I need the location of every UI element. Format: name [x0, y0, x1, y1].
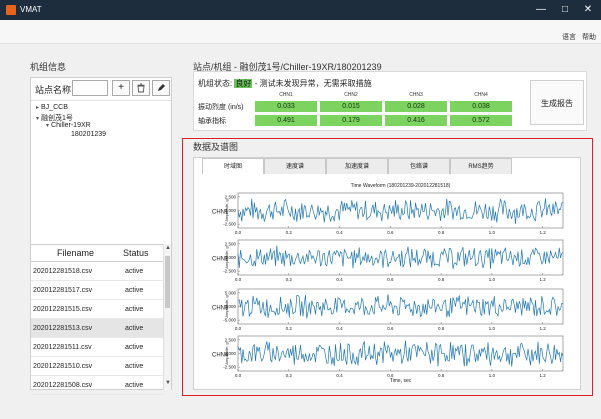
table-row[interactable]: 202012281517.csv active — [31, 281, 163, 300]
table-row-selected[interactable]: 202012281513.csv active — [31, 319, 163, 338]
table-row[interactable]: 202012281518.csv active — [31, 262, 163, 281]
file-table: Filename Status 202012281518.csv active 2… — [31, 244, 163, 395]
tree-node-label: 融创茂1号 — [41, 115, 73, 122]
status-cell: active — [125, 287, 144, 294]
filename-cell: 202012281517.csv — [33, 287, 93, 294]
tree-node-label: Chiller-19XR — [51, 122, 91, 129]
scrollbar-thumb[interactable] — [165, 256, 170, 308]
bearing-value: 0.179 — [320, 115, 382, 126]
edit-station-button[interactable] — [152, 80, 170, 96]
tab-time-domain[interactable]: 时域图 — [202, 158, 264, 174]
status-cell: active — [125, 363, 144, 370]
delete-station-button[interactable] — [132, 80, 150, 96]
tree-node-bj-ccb[interactable]: ▸ BJ_CCB — [36, 104, 68, 111]
tab-velocity-spectrum[interactable]: 速度谱 — [264, 158, 326, 174]
status-column-header[interactable]: Status — [123, 248, 149, 258]
tree-node-label: 180201239 — [71, 131, 107, 138]
filename-cell: 202012281510.csv — [33, 363, 93, 370]
station-name-label: 站点名称 — [35, 85, 72, 95]
add-station-button[interactable]: + — [112, 80, 130, 96]
tree-node-unit[interactable]: 180201239 — [71, 131, 106, 138]
tab-acceleration-spectrum[interactable]: 加速度谱 — [326, 158, 388, 174]
station-name-input[interactable] — [72, 80, 108, 96]
vibration-label: 振动烈度 (in/s) — [198, 104, 244, 111]
trash-icon — [137, 83, 145, 93]
channel-header: CHN3 — [409, 92, 423, 98]
filename-column-header[interactable]: Filename — [57, 248, 94, 258]
file-table-scrollbar[interactable]: ▲ ▼ — [163, 244, 171, 390]
bearing-label: 轴承指标 — [198, 118, 226, 125]
station-tree: ▸ BJ_CCB ▾ 融创茂1号 ▾ Chiller-19XR 180201239 — [31, 100, 171, 240]
status-cell: active — [125, 268, 144, 275]
unit-status-panel: 机组状态: 良好 - 测试未发现异常，无需采取措施 CHN1 CHN2 CHN3… — [193, 71, 587, 131]
channel-header: CHN1 — [279, 92, 293, 98]
channel-header: CHN2 — [344, 92, 358, 98]
filename-cell: 202012281515.csv — [33, 306, 93, 313]
status-cell: active — [125, 325, 144, 332]
channel-header: CHN4 — [474, 92, 488, 98]
filename-cell: 202012281518.csv — [33, 268, 93, 275]
menu-language[interactable]: 语言 — [562, 32, 576, 42]
close-button[interactable]: ✕ — [581, 3, 595, 17]
status-cell: active — [125, 382, 144, 389]
table-row[interactable]: 202012281511.csv active — [31, 338, 163, 357]
unit-info-panel: 站点名称 + ▸ BJ_CCB ▾ 融创茂1号 ▾ Chiller-19XR 1802… — [30, 77, 172, 395]
tree-node-chiller[interactable]: ▾ Chiller-19XR — [46, 122, 91, 129]
unit-info-title: 机组信息 — [30, 62, 67, 72]
file-table-header: Filename Status — [31, 245, 163, 262]
chart-panel — [193, 157, 581, 390]
app-logo-icon — [6, 5, 16, 15]
plus-icon: + — [118, 82, 124, 93]
vibration-value: 0.038 — [450, 101, 512, 112]
menu-help[interactable]: 帮助 — [582, 32, 596, 42]
status-cell: active — [125, 344, 144, 351]
tab-rms-trend[interactable]: RMS趋势 — [450, 158, 512, 174]
status-badge: 良好 — [234, 79, 253, 88]
spectrum-tabs: 时域图 速度谱 加速度谱 包络谱 RMS趋势 — [194, 158, 580, 174]
collapse-caret-icon[interactable]: ▾ — [46, 123, 49, 129]
bearing-value: 0.416 — [385, 115, 447, 126]
title-bar: VMAT — □ ✕ — [0, 0, 601, 20]
expand-caret-icon[interactable]: ▸ — [36, 105, 39, 111]
menu-bar: 语言 帮助 — [0, 20, 601, 44]
status-description: - 测试未发现异常，无需采取措施 — [254, 79, 372, 88]
bearing-value: 0.491 — [255, 115, 317, 126]
tree-node-label: BJ_CCB — [41, 104, 68, 111]
window-title: VMAT — [20, 5, 42, 14]
data-spectrum-title: 数据及谱图 — [193, 142, 239, 152]
vibration-value: 0.015 — [320, 101, 382, 112]
table-row[interactable]: 202012281515.csv active — [31, 300, 163, 319]
bearing-value: 0.572 — [450, 115, 512, 126]
unit-status-line: 机组状态: 良好 - 测试未发现异常，无需采取措施 — [198, 78, 372, 89]
status-cell: active — [125, 306, 144, 313]
tab-envelope-spectrum[interactable]: 包络谱 — [388, 158, 450, 174]
collapse-caret-icon[interactable]: ▾ — [36, 116, 39, 122]
pencil-icon — [158, 84, 165, 91]
generate-report-button[interactable]: 生成报告 — [530, 80, 584, 125]
scroll-down-icon[interactable]: ▼ — [164, 380, 172, 386]
filename-cell: 202012281513.csv — [33, 325, 93, 332]
filename-cell: 202012281508.csv — [33, 382, 93, 389]
filename-cell: 202012281511.csv — [33, 344, 92, 351]
table-row[interactable]: 202012281508.csv active — [31, 376, 163, 395]
table-row[interactable]: 202012281510.csv active — [31, 357, 163, 376]
scroll-up-icon[interactable]: ▲ — [164, 245, 172, 251]
maximize-button[interactable]: □ — [558, 3, 572, 17]
vibration-value: 0.028 — [385, 101, 447, 112]
vibration-value: 0.033 — [255, 101, 317, 112]
status-label: 机组状态: — [198, 79, 233, 88]
minimize-button[interactable]: — — [534, 3, 548, 17]
